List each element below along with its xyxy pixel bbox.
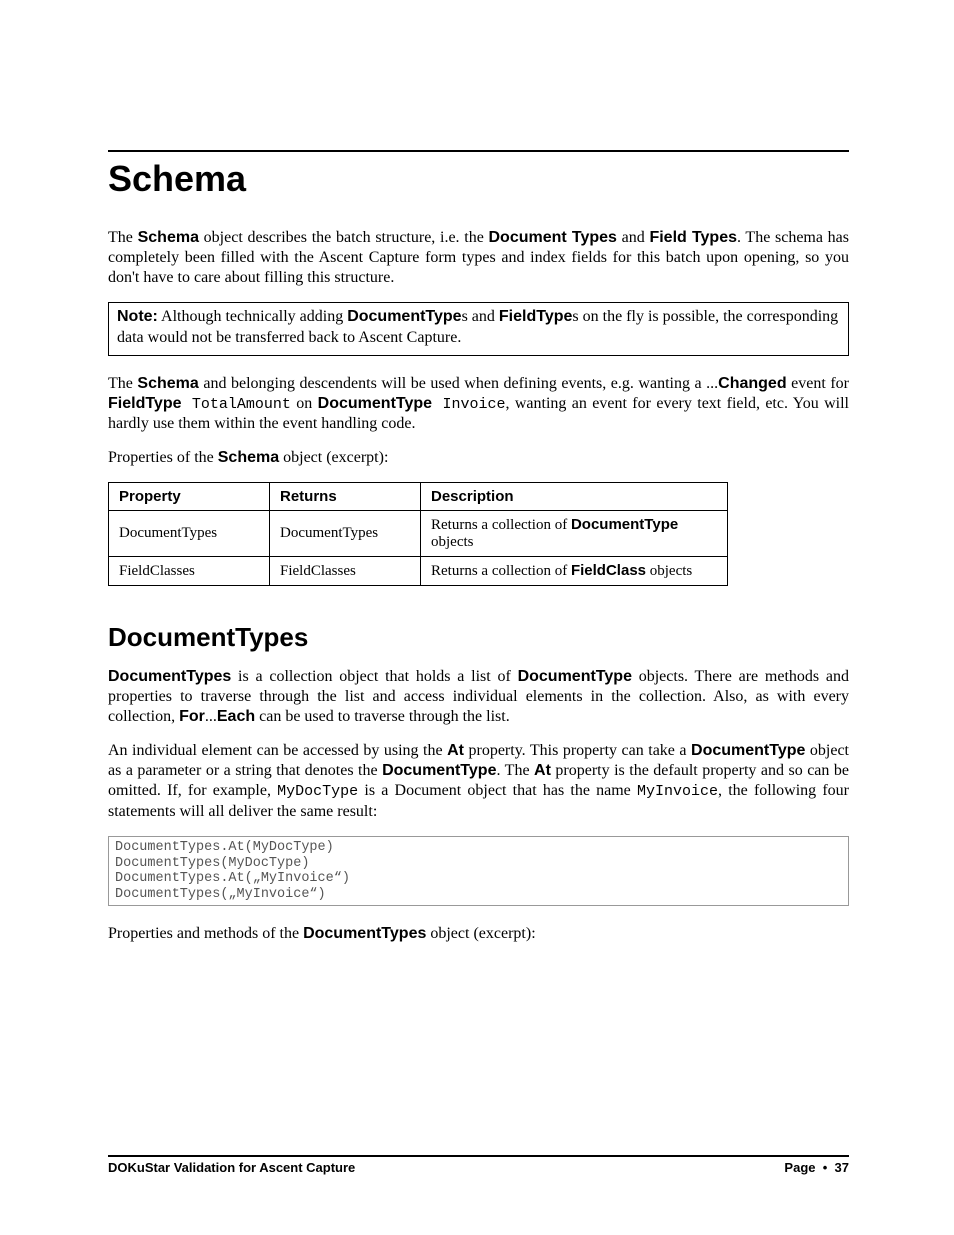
text: property. This property can take a (464, 742, 691, 759)
term-documenttype: DocumentType (347, 308, 461, 325)
text: object describes the batch structure, i.… (199, 229, 489, 246)
text: Properties of the (108, 449, 218, 466)
paragraph-intro: The Schema object describes the batch st… (108, 228, 849, 288)
heading-documenttypes: DocumentTypes (108, 622, 849, 653)
term-for: For (179, 708, 205, 725)
heading-schema: Schema (108, 158, 849, 200)
text: Properties and methods of the (108, 925, 303, 942)
text: and belonging descendents will be used w… (199, 375, 718, 392)
text: The (108, 375, 137, 392)
text: is a Document object that has the name (358, 782, 637, 799)
paragraph-props-intro: Properties of the Schema object (excerpt… (108, 448, 849, 468)
term-at: At (534, 762, 551, 779)
footer-left: DOKuStar Validation for Ascent Capture (108, 1160, 355, 1175)
paragraph-at-property: An individual element can be accessed by… (108, 741, 849, 822)
term-documenttypes: DocumentTypes (303, 925, 426, 942)
footer-rule (108, 1155, 849, 1157)
term-documenttype: DocumentType (518, 668, 632, 685)
text: . The (496, 762, 534, 779)
term-documenttype: DocumentType (382, 762, 496, 779)
note-text: Note: Although technically adding Docume… (117, 307, 840, 349)
term-fieldtype: FieldType (499, 308, 573, 325)
footer-row: DOKuStar Validation for Ascent Capture P… (108, 1160, 849, 1175)
table-header-row: Property Returns Description (109, 483, 728, 511)
cell-returns: DocumentTypes (270, 511, 421, 557)
footer-page-label: Page (784, 1160, 815, 1175)
term-fieldclass: FieldClass (571, 562, 646, 579)
text: ... (205, 708, 217, 725)
term-fieldtype: FieldType (108, 395, 182, 412)
cell-description: Returns a collection of DocumentType obj… (421, 511, 728, 557)
text: Returns a collection of (431, 563, 571, 579)
term-schema: Schema (138, 229, 199, 246)
text: objects (646, 563, 692, 579)
term-at: At (447, 742, 464, 759)
paragraph-usage: The Schema and belonging descendents wil… (108, 374, 849, 435)
footer-page-number: 37 (835, 1160, 849, 1175)
text: An individual element can be accessed by… (108, 742, 447, 759)
schema-properties-table: Property Returns Description DocumentTyp… (108, 482, 728, 586)
text: object (excerpt): (279, 449, 388, 466)
text: can be used to traverse through the list… (255, 708, 510, 725)
term-documenttypes: DocumentTypes (108, 668, 231, 685)
term-schema: Schema (137, 375, 198, 392)
page: Schema The Schema object describes the b… (0, 0, 954, 1235)
text: on (291, 395, 318, 412)
term-changed: Changed (718, 375, 786, 392)
code-example: DocumentTypes.At(MyDocType) DocumentType… (108, 836, 849, 906)
code-totalamount: TotalAmount (182, 396, 291, 413)
note-box: Note: Although technically adding Docume… (108, 302, 849, 356)
term-field-types: Field Types (649, 229, 737, 246)
title-rule (108, 150, 849, 152)
code-mydoctype: MyDocType (277, 783, 358, 800)
text: objects (431, 534, 474, 550)
code-myinvoice: MyInvoice (637, 783, 718, 800)
footer-right: Page • 37 (784, 1160, 849, 1175)
term-documenttype: DocumentType (691, 742, 805, 759)
text: is a collection object that holds a list… (231, 668, 517, 685)
term-documenttype: DocumentType (318, 395, 432, 412)
text: The (108, 229, 138, 246)
cell-description: Returns a collection of FieldClass objec… (421, 557, 728, 586)
term-documenttype: DocumentType (571, 516, 678, 533)
text: object (excerpt): (426, 925, 535, 942)
table-row: DocumentTypes DocumentTypes Returns a co… (109, 511, 728, 557)
term-each: Each (217, 708, 255, 725)
paragraph-doctypes-props-intro: Properties and methods of the DocumentTy… (108, 924, 849, 944)
th-returns: Returns (270, 483, 421, 511)
bullet-icon: • (823, 1160, 828, 1175)
text: Although technically adding (158, 308, 347, 325)
text: and (617, 229, 650, 246)
text: event for (787, 375, 849, 392)
text: Returns a collection of (431, 517, 571, 533)
term-schema: Schema (218, 449, 279, 466)
cell-property: FieldClasses (109, 557, 270, 586)
code-invoice: Invoice (432, 396, 505, 413)
page-footer: DOKuStar Validation for Ascent Capture P… (108, 1155, 849, 1175)
table-row: FieldClasses FieldClasses Returns a coll… (109, 557, 728, 586)
cell-property: DocumentTypes (109, 511, 270, 557)
th-description: Description (421, 483, 728, 511)
cell-returns: FieldClasses (270, 557, 421, 586)
paragraph-doctypes-intro: DocumentTypes is a collection object tha… (108, 667, 849, 727)
th-property: Property (109, 483, 270, 511)
text: s and (462, 308, 499, 325)
term-document-types: Document Types (489, 229, 617, 246)
note-label: Note: (117, 308, 158, 325)
